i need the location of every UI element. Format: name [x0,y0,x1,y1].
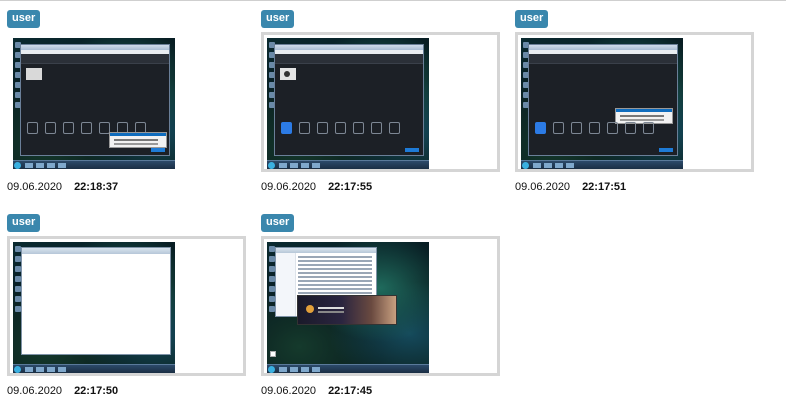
screenshot-card[interactable]: user 09.06.2020 22:17:55 [261,10,506,210]
user-badge[interactable]: user [261,10,295,28]
screenshot-thumbnail[interactable] [515,32,754,172]
capture-time: 22:17:51 [582,181,627,193]
user-badge[interactable]: user [261,214,295,232]
capture-time: 22:17:50 [74,385,119,397]
capture-timestamp: 09.06.2020 22:17:50 [7,385,118,397]
capture-date: 09.06.2020 [515,181,571,193]
user-badge[interactable]: user [7,214,41,232]
taskbar [13,160,175,169]
capture-date: 09.06.2020 [261,385,317,397]
screenshot-thumbnail[interactable] [261,236,500,376]
capture-date: 09.06.2020 [7,181,63,193]
taskbar [267,160,429,169]
taskbar [13,364,175,373]
screenshot-thumbnail[interactable] [261,32,500,172]
screenshot-card[interactable]: user 09.06.2020 22:17:45 [261,214,506,405]
app-window [274,44,424,156]
app-window [528,44,678,156]
capture-time: 22:17:55 [328,181,373,193]
capture-timestamp: 09.06.2020 22:17:45 [261,385,372,397]
capture-timestamp: 09.06.2020 22:17:51 [515,181,626,193]
screenshot-card[interactable]: user 09.06.2020 22:17:51 [515,10,760,210]
screenshot-thumbnail[interactable] [7,236,246,376]
splash-screen [297,295,397,325]
desktop-screenshot [267,38,429,169]
screenshot-thumbnail[interactable] [7,32,246,172]
app-window [20,44,170,156]
capture-date: 09.06.2020 [261,181,317,193]
capture-time: 22:17:45 [328,385,373,397]
screenshot-card[interactable]: user 09.06.2020 22:18:37 [7,10,252,210]
blank-app-window [21,247,171,355]
desktop-screenshot [267,242,429,373]
capture-time: 22:18:37 [74,181,119,193]
desktop-screenshot [13,38,175,169]
desktop-screenshot [13,242,175,373]
desktop-screenshot [521,38,683,169]
capture-date: 09.06.2020 [7,385,63,397]
taskbar [267,364,429,373]
capture-timestamp: 09.06.2020 22:18:37 [7,181,118,193]
user-badge[interactable]: user [7,10,41,28]
user-badge[interactable]: user [515,10,549,28]
taskbar [521,160,683,169]
capture-timestamp: 09.06.2020 22:17:55 [261,181,372,193]
screenshot-card[interactable]: user 09.06.2020 22:17:50 [7,214,252,405]
